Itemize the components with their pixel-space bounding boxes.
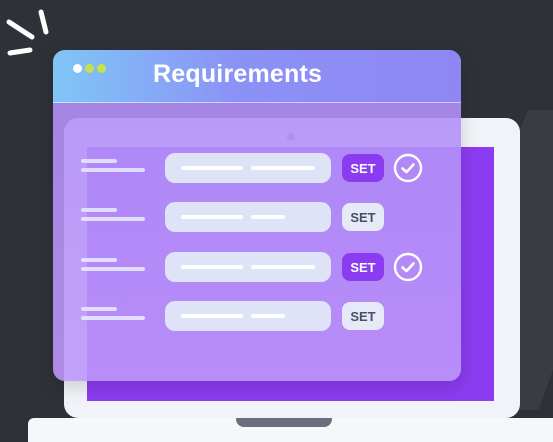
requirement-row: SET: [53, 202, 461, 234]
requirement-field[interactable]: [165, 301, 331, 331]
requirement-field[interactable]: [165, 202, 331, 232]
window-body: [53, 103, 461, 381]
row-label-placeholder: [81, 307, 145, 320]
requirement-row: SET: [53, 301, 461, 333]
row-label-placeholder: [81, 258, 145, 271]
window-title: Requirements: [153, 60, 323, 88]
check-circle-icon: [393, 252, 423, 282]
window-dot-3[interactable]: [97, 64, 106, 73]
requirement-field[interactable]: [165, 153, 331, 183]
traffic-dots-icon: [73, 64, 106, 73]
window-dot-2[interactable]: [85, 64, 94, 73]
laptop-notch: [236, 418, 332, 427]
requirement-row: SET: [53, 153, 461, 185]
requirements-window: Requirements SET SET SET SET: [53, 50, 461, 381]
window-dot-1[interactable]: [73, 64, 82, 73]
set-button[interactable]: SET: [342, 154, 384, 182]
row-label-placeholder: [81, 159, 145, 172]
check-circle-icon: [393, 153, 423, 183]
window-titlebar: Requirements: [53, 50, 461, 103]
row-label-placeholder: [81, 208, 145, 221]
requirement-row: SET: [53, 252, 461, 284]
set-button[interactable]: SET: [342, 253, 384, 281]
requirement-field[interactable]: [165, 252, 331, 282]
set-button[interactable]: SET: [342, 203, 384, 231]
set-button[interactable]: SET: [342, 302, 384, 330]
